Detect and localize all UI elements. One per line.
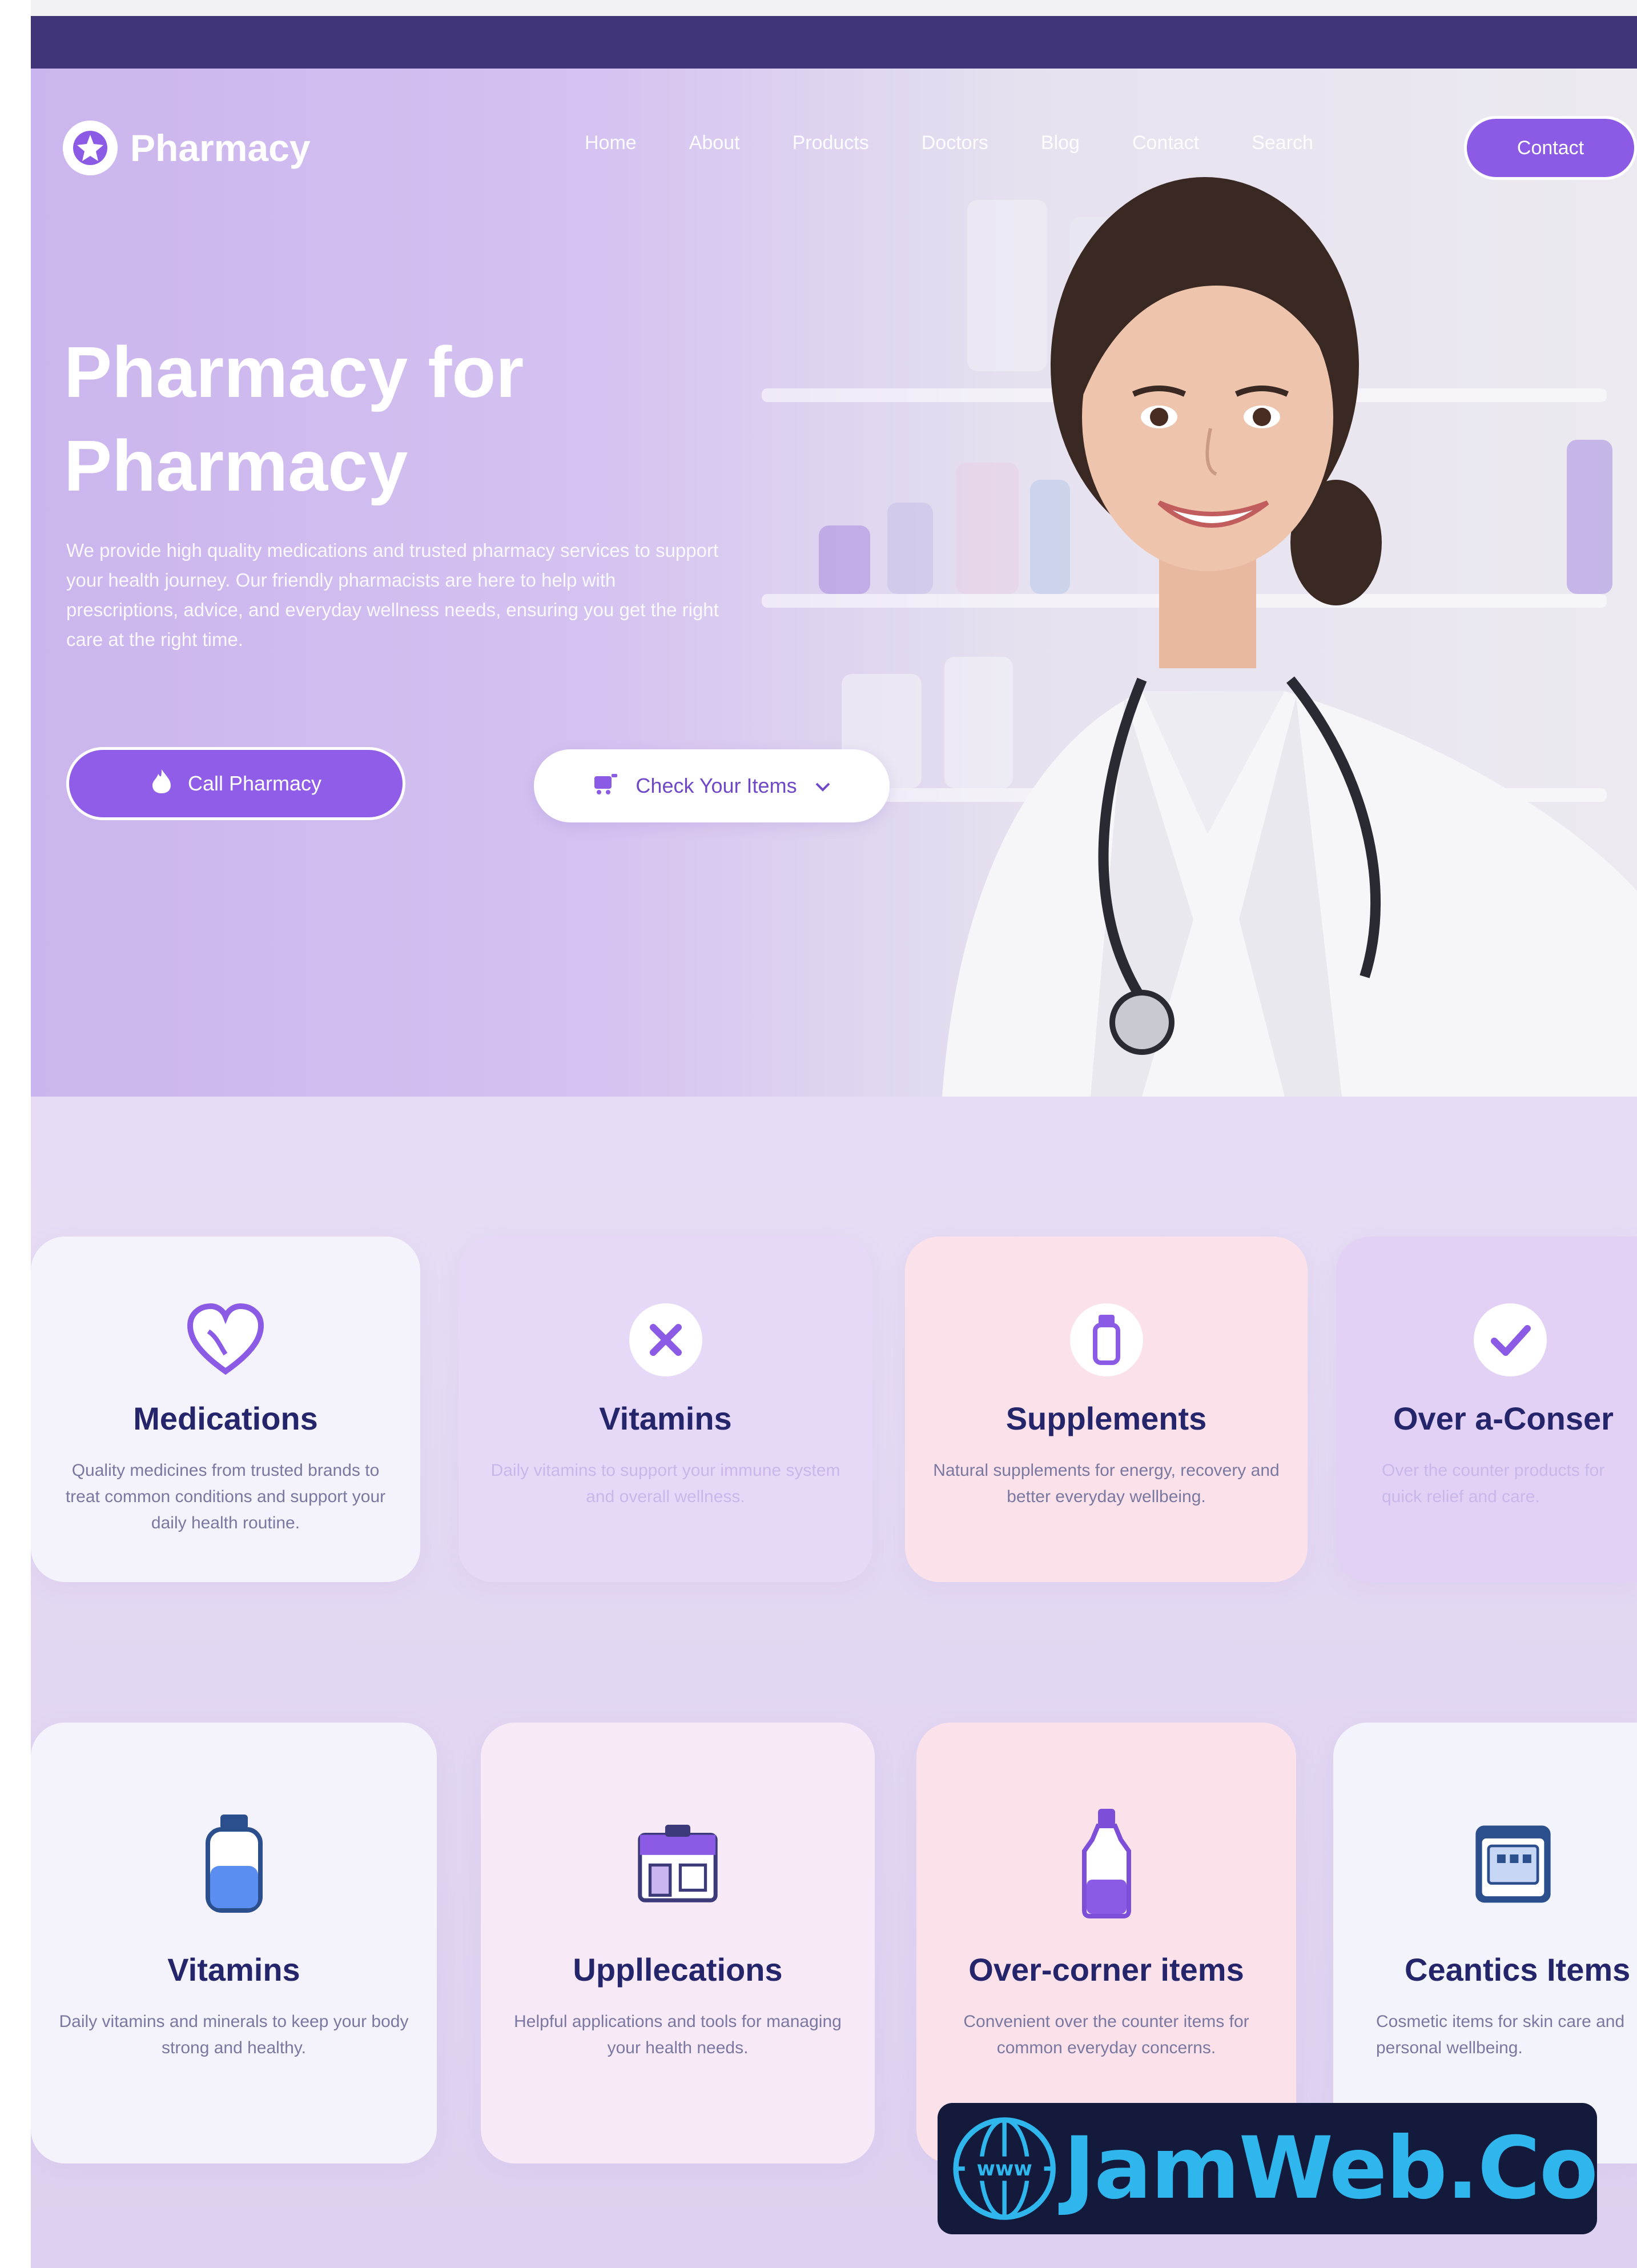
card-title: Uppllecations: [573, 1952, 783, 1988]
card-description: Cosmetic items for skin care and persona…: [1376, 2012, 1625, 2057]
chevron-down-icon: [814, 774, 831, 798]
nav-link-contact[interactable]: Contact: [1132, 132, 1199, 154]
hero-description: We provide high quality medications and …: [66, 540, 719, 650]
call-pharmacy-button[interactable]: Call Pharmacy: [66, 747, 405, 820]
card-description: Natural supplements for energy, recovery…: [933, 1461, 1280, 1506]
flower-logo-icon: [63, 121, 118, 175]
globe-icon: www: [953, 2117, 1056, 2220]
nav-link-doctors[interactable]: Doctors: [922, 132, 988, 154]
page: Pharmacy Home About Products Doctors Blo…: [0, 0, 1637, 2268]
check-items-button[interactable]: Check Your Items: [534, 749, 890, 822]
nav-link-home[interactable]: Home: [585, 132, 637, 154]
category-card-medications[interactable]: Medications Quality medicines from trust…: [31, 1237, 420, 1582]
call-pharmacy-label: Call Pharmacy: [187, 772, 322, 795]
card-title: Over-corner items: [968, 1952, 1244, 1988]
hero-title-line2: Pharmacy: [64, 425, 408, 506]
card-title: Ceantics Items: [1405, 1952, 1631, 1988]
card-description: Helpful applications and tools for manag…: [514, 2012, 842, 2057]
pharmacy-store-icon: [635, 1808, 721, 1917]
watermark-text: JamWeb.Co: [1063, 2119, 1598, 2218]
top-bar: [31, 16, 1637, 69]
left-margin: [0, 0, 31, 2268]
pharmacist-image: [942, 177, 1637, 1097]
nav-link-blog[interactable]: Blog: [1041, 132, 1080, 154]
card-title: Vitamins: [599, 1400, 732, 1436]
shelf-bottle: [819, 525, 870, 594]
card-title: Over a-Conser: [1393, 1400, 1614, 1436]
brand-logo[interactable]: Pharmacy: [63, 121, 311, 175]
nav-links: Home About Products Doctors Blog Contact…: [585, 132, 1366, 154]
card-description: Daily vitamins to support your immune sy…: [490, 1461, 840, 1506]
category-card-supplements[interactable]: Supplements Natural supplements for ener…: [905, 1237, 1308, 1582]
card-description: Over the counter products for quick reli…: [1382, 1461, 1605, 1506]
card-title: Vitamins: [167, 1952, 300, 1988]
brand-name: Pharmacy: [130, 127, 311, 169]
card-title: Medications: [133, 1400, 318, 1436]
card-title: Supplements: [1005, 1400, 1207, 1436]
category-card-vitamins-2[interactable]: Vitamins Daily vitamins and minerals to …: [31, 1723, 437, 2163]
flame-icon: [150, 768, 173, 800]
main-navigation: Pharmacy Home About Products Doctors Blo…: [31, 111, 1637, 186]
card-description: Daily vitamins and minerals to keep your…: [59, 2012, 409, 2057]
vitamin-bottle-icon: [191, 1808, 277, 1917]
contact-button[interactable]: Contact: [1464, 116, 1637, 180]
category-card-applications[interactable]: Uppllecations Helpful applications and t…: [481, 1723, 875, 2163]
jamweb-watermark: www JamWeb.Co: [938, 2103, 1598, 2234]
card-description: Convenient over the counter items for co…: [963, 2012, 1249, 2057]
browser-top-strip: [31, 0, 1637, 16]
nav-link-about[interactable]: About: [689, 132, 740, 154]
category-card-over-counter-items[interactable]: Over-corner items Convenient over the co…: [916, 1723, 1296, 2163]
card-description: Quality medicines from trusted brands to…: [65, 1461, 386, 1532]
nav-link-products[interactable]: Products: [793, 132, 869, 154]
category-card-vitamins[interactable]: Vitamins Daily vitamins to support your …: [458, 1237, 872, 1582]
hero-title-line1: Pharmacy for: [64, 332, 524, 412]
category-card-cosmetics[interactable]: Ceantics Items Cosmetic items for skin c…: [1333, 1723, 1637, 2163]
bottle-icon: [1064, 1297, 1149, 1383]
nav-link-search[interactable]: Search: [1252, 132, 1313, 154]
check-items-label: Check Your Items: [636, 774, 797, 797]
heart-icon: [183, 1297, 268, 1383]
globe-label: www: [976, 2157, 1032, 2181]
cart-icon: [592, 772, 618, 801]
check-icon: [1467, 1297, 1553, 1383]
hero-title: Pharmacy for Pharmacy: [64, 326, 692, 513]
close-icon: [623, 1297, 709, 1383]
medicine-bottle-icon: [1064, 1808, 1149, 1918]
calendar-box-icon: [1470, 1808, 1556, 1917]
category-card-over-counter[interactable]: Over a-Conser Over the counter products …: [1336, 1237, 1637, 1582]
